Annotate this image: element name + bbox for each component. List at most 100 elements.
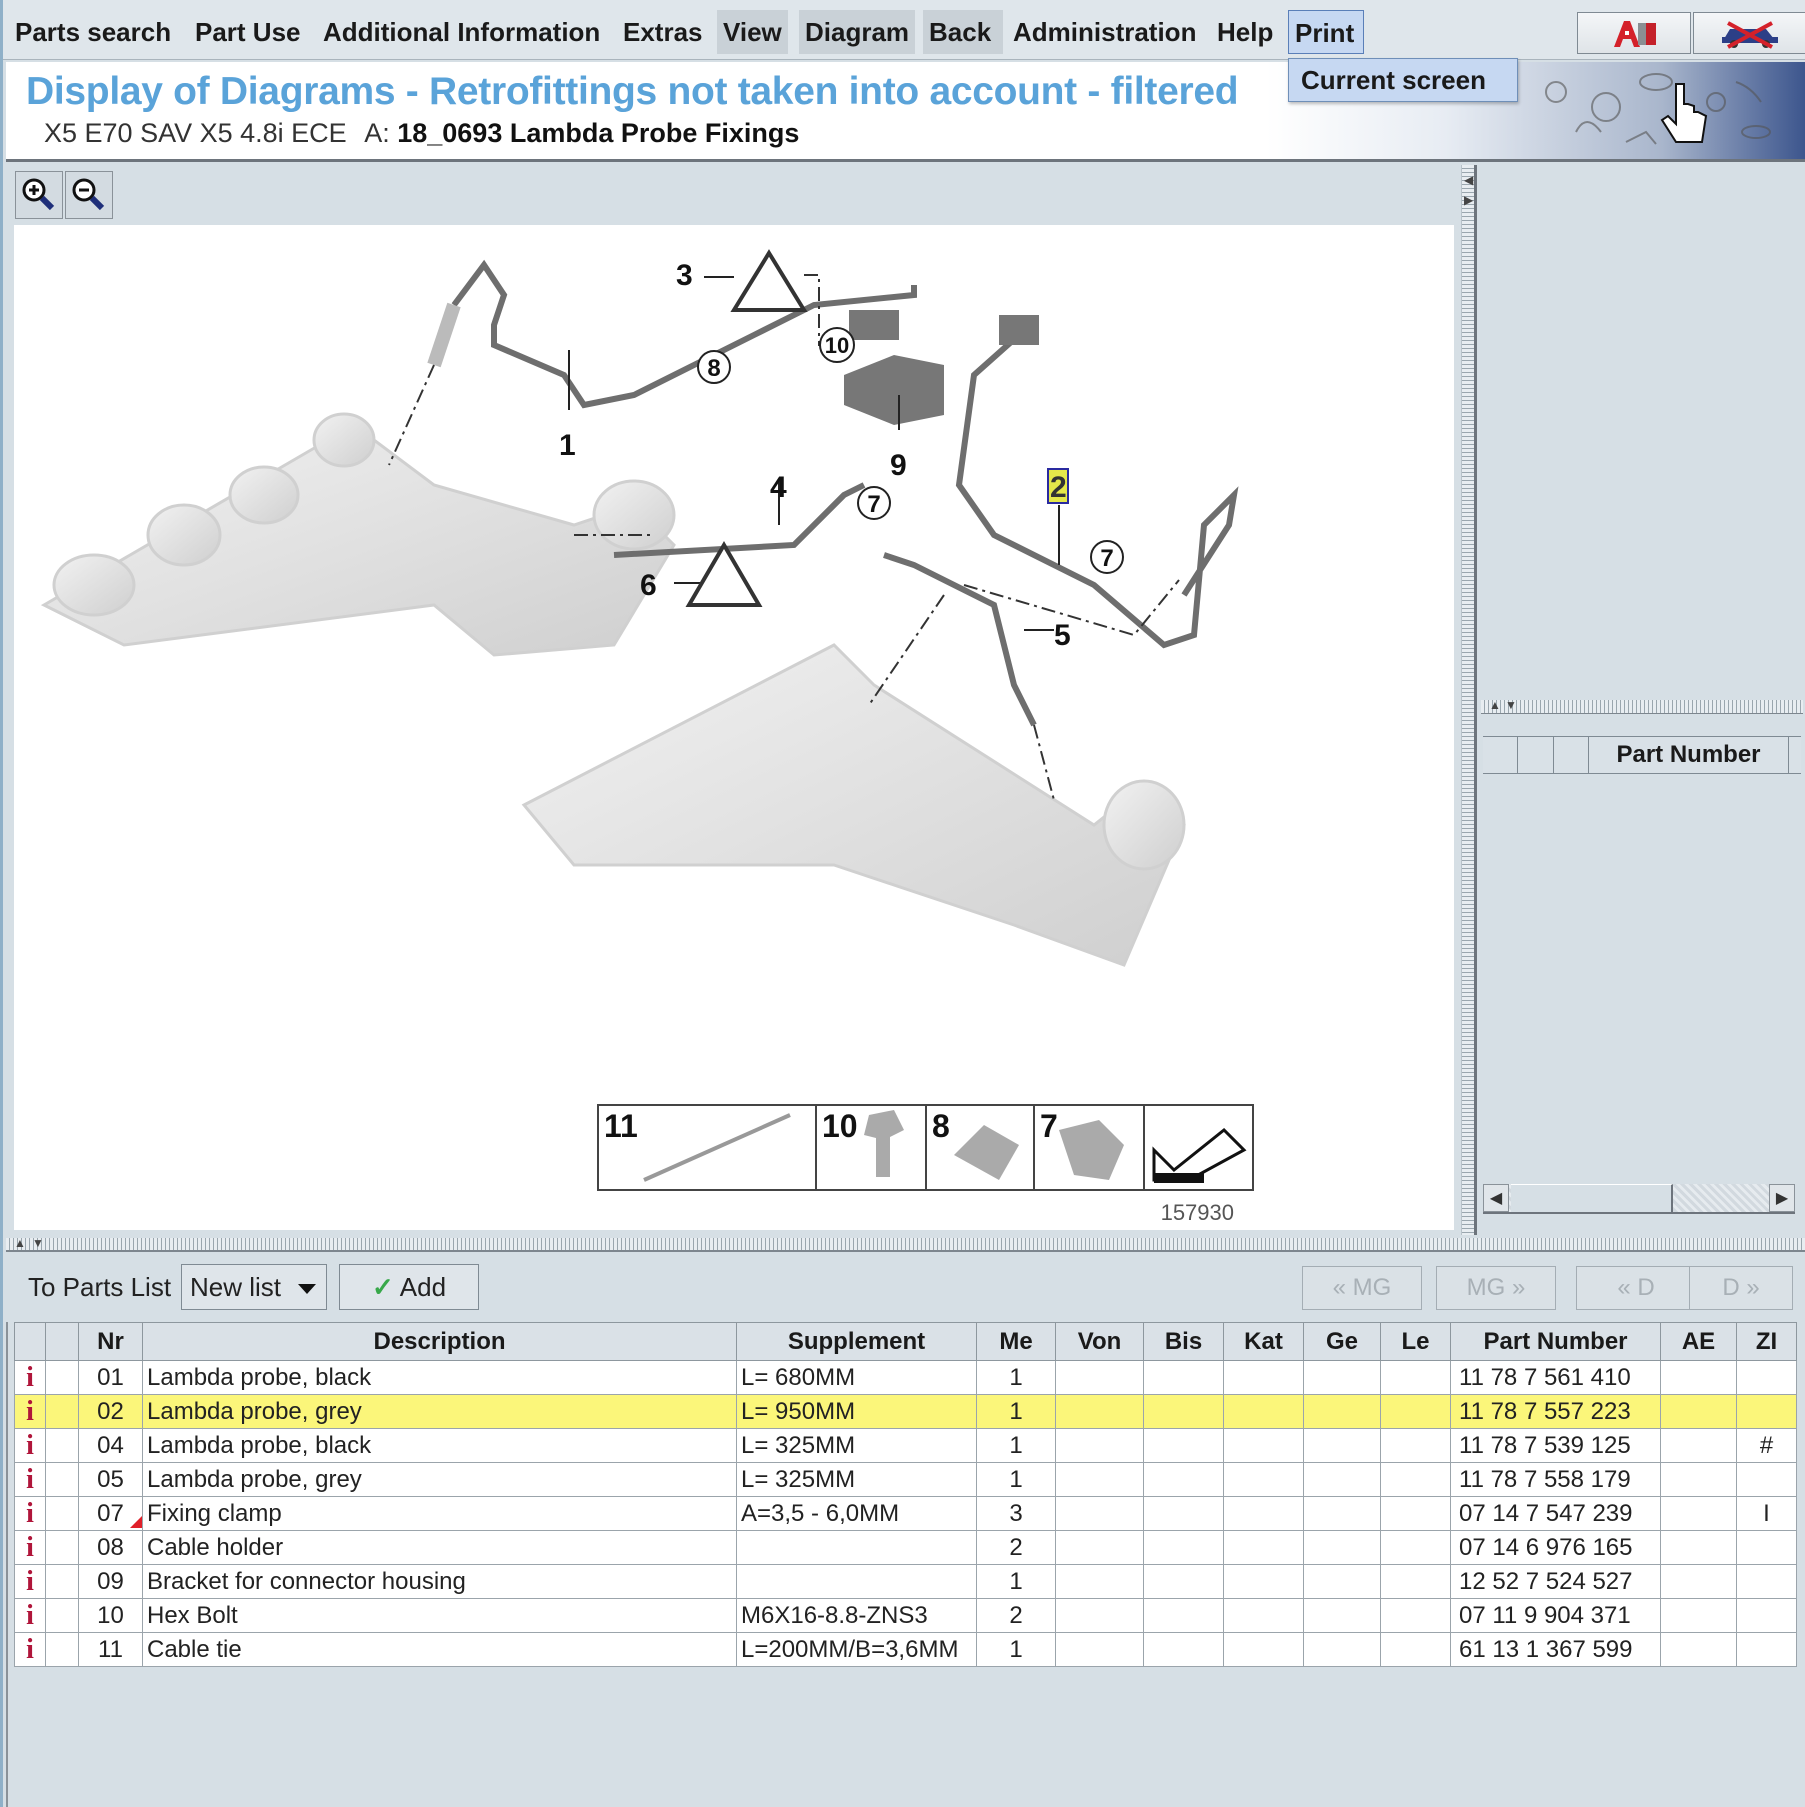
zoom-out-button[interactable] xyxy=(65,171,113,219)
next-main-group-button[interactable]: MG » xyxy=(1436,1266,1556,1310)
col-header-bis[interactable]: Bis xyxy=(1143,1322,1224,1361)
col-header-me[interactable]: Me xyxy=(976,1322,1056,1361)
cell-description-text: Lambda probe, grey xyxy=(147,1397,362,1425)
info-icon[interactable]: i xyxy=(14,1632,46,1667)
info-icon[interactable]: i xyxy=(14,1462,46,1497)
table-row[interactable]: i 02 Lambda probe, grey L= 950MM 1 11 78 7 55… xyxy=(14,1394,1797,1429)
table-row[interactable]: i 09 Bracket for connector housing 1 12 52 7… xyxy=(14,1564,1797,1599)
row-blank-cell xyxy=(45,1360,79,1395)
cell-description-text: Fixing clamp xyxy=(147,1499,282,1527)
next-diagram-button[interactable]: D » xyxy=(1689,1266,1793,1310)
parts-table-body: i 01 Lambda probe, black L= 680MM 1 11 78 7 5… xyxy=(14,1360,1797,1667)
splitter-down-icon[interactable]: ▼ xyxy=(32,1236,44,1250)
splitter-up-icon[interactable]: ▲ xyxy=(1489,698,1501,712)
cell-kat xyxy=(1223,1360,1304,1395)
table-row[interactable]: i 10 Hex Bolt M6X16-8.8-ZNS3 2 07 11 9 904 37… xyxy=(14,1598,1797,1633)
side-header-cell[interactable] xyxy=(1483,737,1518,773)
vertical-splitter[interactable]: ◀ ▶ xyxy=(1461,165,1477,1235)
splitter-down-icon[interactable]: ▼ xyxy=(1505,698,1517,712)
vehicle-button[interactable] xyxy=(1693,12,1805,54)
cell-supplement: L= 950MM xyxy=(736,1394,977,1429)
col-header-le[interactable]: Le xyxy=(1380,1322,1451,1361)
col-header-kat[interactable]: Kat xyxy=(1223,1322,1304,1361)
menu-view[interactable]: View xyxy=(717,10,788,54)
col-header-supplement[interactable]: Supplement xyxy=(736,1322,977,1361)
diagram-panel: 1 3 4 5 6 9 2 8 7 7 10 11 10 8 7 157930 xyxy=(6,165,1461,1235)
scroll-left-icon[interactable]: ◀ xyxy=(1483,1184,1509,1212)
info-icon[interactable]: i xyxy=(14,1598,46,1633)
col-header-ae[interactable]: AE xyxy=(1660,1322,1737,1361)
info-icon[interactable]: i xyxy=(14,1496,46,1531)
collapse-right-icon[interactable]: ▶ xyxy=(1464,193,1473,207)
side-header-cell[interactable] xyxy=(1554,737,1589,773)
menu-administration[interactable]: Administration xyxy=(1007,10,1202,54)
cell-nr: 09 xyxy=(78,1564,143,1599)
cell-me-text: 2 xyxy=(1009,1601,1023,1629)
col-header-zi[interactable]: ZI xyxy=(1736,1322,1797,1361)
callout-9: 9 xyxy=(890,449,907,482)
cell-nr: 04 xyxy=(78,1428,143,1463)
menu-parts-search[interactable]: Parts search xyxy=(9,10,177,54)
print-dropdown-current-screen[interactable]: Current screen xyxy=(1288,58,1518,102)
legend-8: 8 xyxy=(932,1108,950,1144)
prev-diagram-button[interactable]: « D xyxy=(1576,1266,1696,1310)
cell-bis xyxy=(1143,1496,1224,1531)
chevron-down-icon xyxy=(298,1284,316,1294)
collapse-left-icon[interactable]: ◀ xyxy=(1464,173,1473,187)
menu-back[interactable]: Back xyxy=(923,10,1004,54)
cell-description-text: Bracket for connector housing xyxy=(147,1567,466,1595)
scrollbar-thumb[interactable] xyxy=(1511,1184,1673,1212)
menu-additional-information[interactable]: Additional Information xyxy=(317,10,606,54)
cell-zi xyxy=(1736,1394,1797,1429)
cell-ge xyxy=(1303,1462,1381,1497)
a-info-button[interactable] xyxy=(1577,12,1691,54)
connector-3 xyxy=(849,310,899,340)
menu-extras[interactable]: Extras xyxy=(617,10,709,54)
table-row[interactable]: i 11 Cable tie L=200MM/B=3,6MM 1 61 13 1 367 … xyxy=(14,1632,1797,1667)
menu-help[interactable]: Help xyxy=(1211,10,1279,54)
col-header-info[interactable] xyxy=(14,1322,46,1361)
cell-ae xyxy=(1660,1598,1737,1633)
prev-main-group-button[interactable]: « MG xyxy=(1302,1266,1422,1310)
col-header-nr[interactable]: Nr xyxy=(78,1322,143,1361)
cell-ae xyxy=(1660,1564,1737,1599)
side-splitter[interactable]: ▲ ▼ xyxy=(1481,698,1803,714)
col-header-von[interactable]: Von xyxy=(1055,1322,1144,1361)
add-button[interactable]: ✓ Add xyxy=(339,1264,479,1310)
col-header-blank[interactable] xyxy=(45,1322,79,1361)
info-icon[interactable]: i xyxy=(14,1530,46,1565)
zoom-in-button[interactable] xyxy=(15,171,63,219)
col-header-description[interactable]: Description xyxy=(142,1322,737,1361)
page-title: Display of Diagrams - Retrofittings not … xyxy=(26,70,1239,113)
table-row[interactable]: i 04 Lambda probe, black L= 325MM 1 11 78 7 5… xyxy=(14,1428,1797,1463)
diagram-canvas[interactable]: 1 3 4 5 6 9 2 8 7 7 10 11 10 8 7 157930 xyxy=(14,225,1454,1230)
info-icon[interactable]: i xyxy=(14,1394,46,1429)
info-icon[interactable]: i xyxy=(14,1428,46,1463)
cell-von xyxy=(1055,1564,1144,1599)
cell-ae xyxy=(1660,1496,1737,1531)
info-icon[interactable]: i xyxy=(14,1360,46,1395)
side-header-part-number[interactable]: Part Number xyxy=(1589,737,1789,773)
splitter-up-icon[interactable]: ▲ xyxy=(14,1236,26,1250)
parts-list-select[interactable]: New list xyxy=(181,1264,327,1310)
side-horizontal-scrollbar[interactable]: ◀ ▶ xyxy=(1483,1184,1795,1214)
menu-diagram[interactable]: Diagram xyxy=(799,10,916,54)
table-row[interactable]: i 08 Cable holder 2 07 14 6 976 165 xyxy=(14,1530,1797,1565)
menu-part-use[interactable]: Part Use xyxy=(189,10,307,54)
group-name: 18_0693 Lambda Probe Fixings xyxy=(397,118,800,148)
table-row[interactable]: i 05 Lambda probe, grey L= 325MM 1 11 78 7 55… xyxy=(14,1462,1797,1497)
callout-2: 2 xyxy=(1050,471,1067,504)
horizontal-splitter[interactable]: ▲ ▼ xyxy=(6,1236,1805,1252)
cell-supplement-text: L= 325MM xyxy=(741,1465,856,1493)
menu-print[interactable]: Print xyxy=(1288,10,1364,54)
cell-bis xyxy=(1143,1462,1224,1497)
table-row[interactable]: i 01 Lambda probe, black L= 680MM 1 11 78 7 5… xyxy=(14,1360,1797,1395)
side-header-cell[interactable] xyxy=(1518,737,1554,773)
info-icon[interactable]: i xyxy=(14,1564,46,1599)
table-header-row: Nr Description Supplement Me Von Bis Kat… xyxy=(14,1322,1797,1361)
table-row[interactable]: i 07 Fixing clamp A=3,5 - 6,0MM 3 07 14 7 547… xyxy=(14,1496,1797,1531)
col-header-part-number[interactable]: Part Number xyxy=(1450,1322,1661,1361)
cell-le xyxy=(1380,1462,1451,1497)
col-header-ge[interactable]: Ge xyxy=(1303,1322,1381,1361)
scroll-right-icon[interactable]: ▶ xyxy=(1769,1184,1795,1212)
